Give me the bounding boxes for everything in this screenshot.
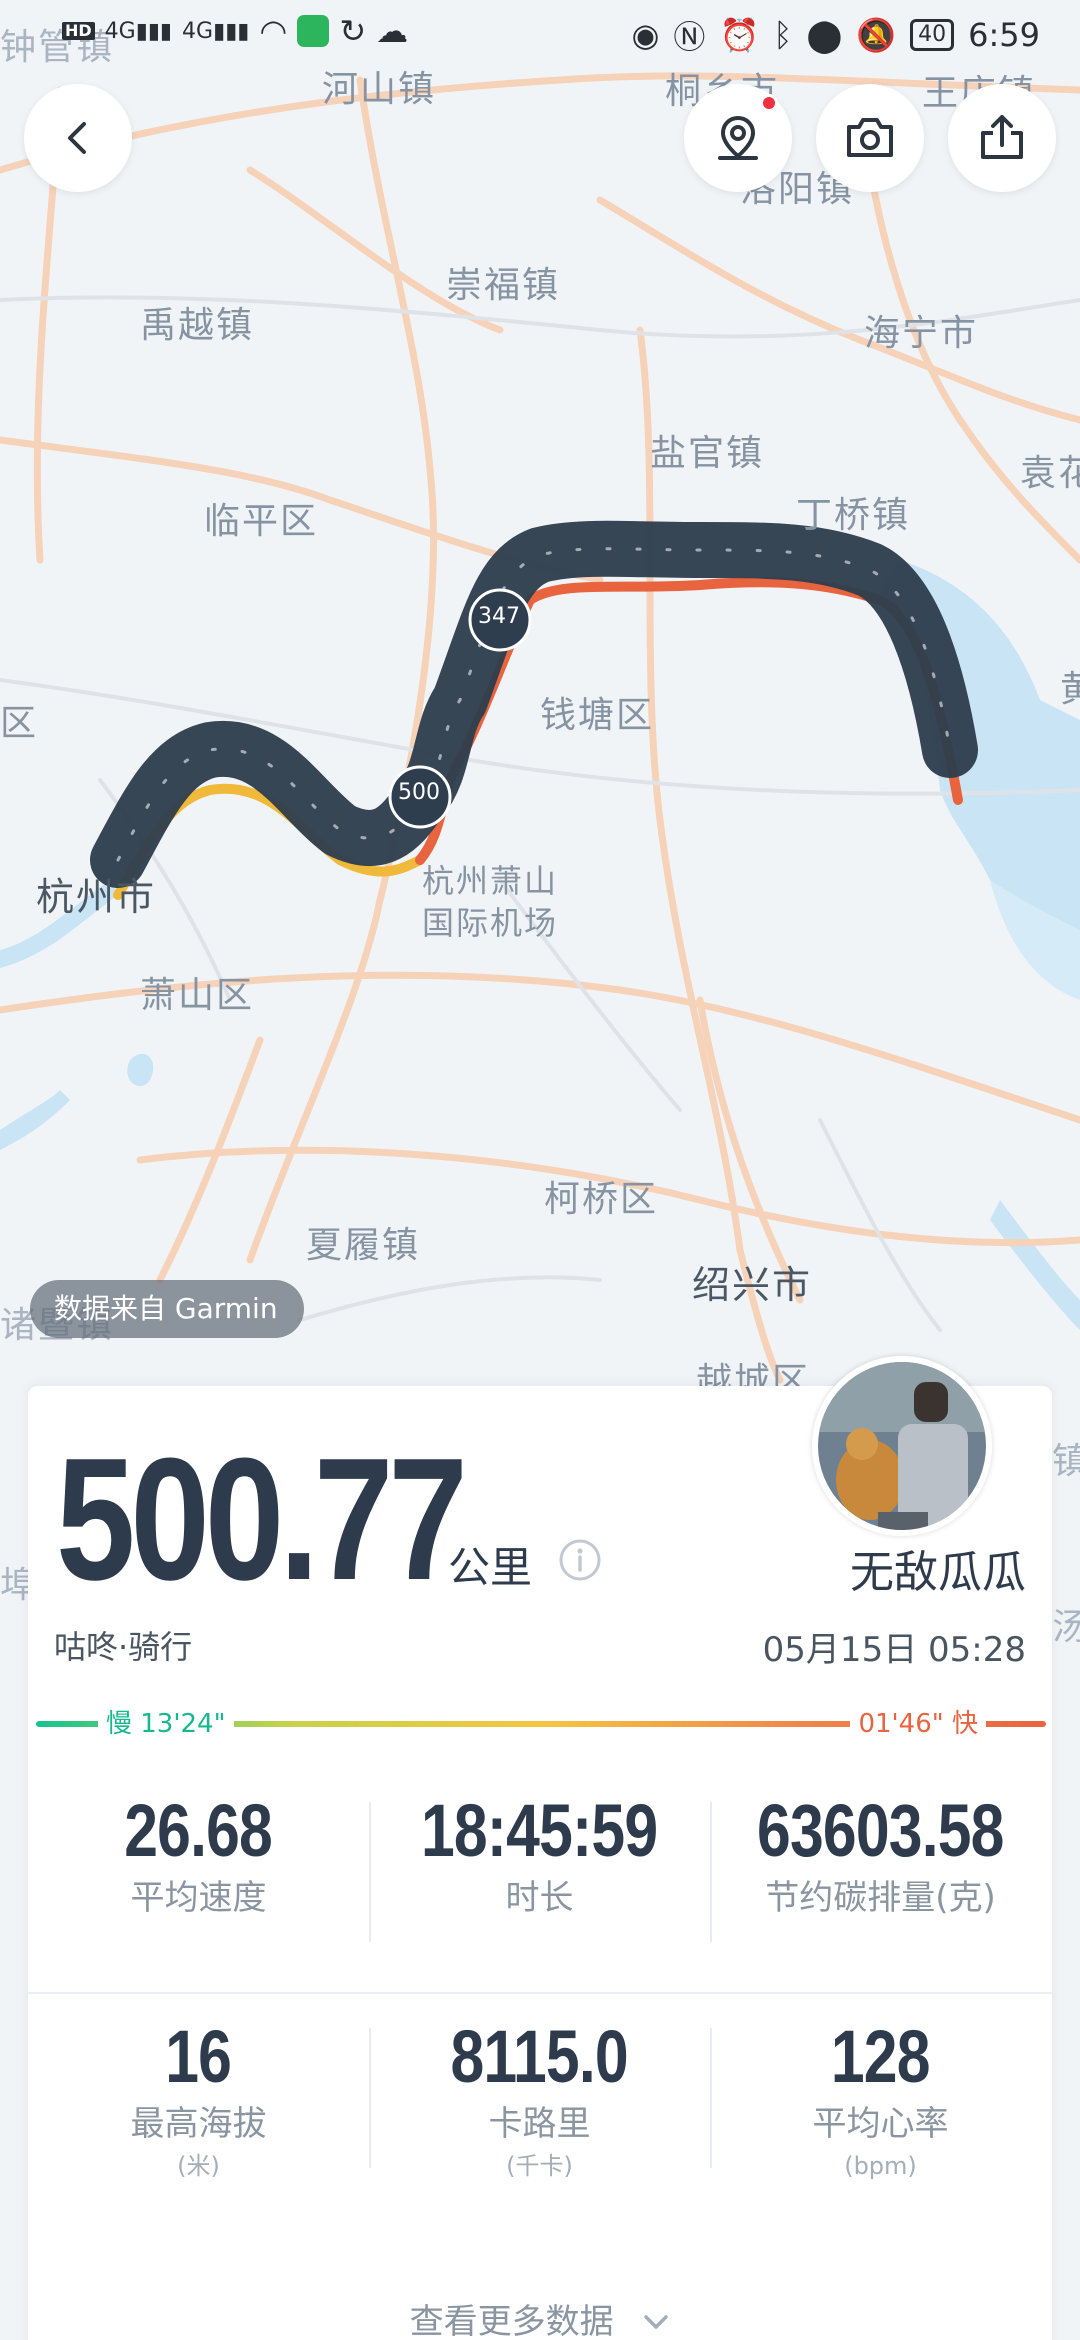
map-label: 镇 (1052, 1441, 1080, 1482)
river-west-2 (0, 1090, 70, 1150)
fastest-pace: 01'46" 快 (850, 1704, 986, 1744)
sync-icon: ↻ (339, 12, 367, 50)
stat-value: 16 (165, 2015, 233, 2098)
lake (127, 1053, 154, 1087)
avatar[interactable] (812, 1356, 992, 1536)
stat-carbon-saved: 63603.58 节约碳排量(克) (710, 1786, 1051, 1942)
map-label: 柯桥区 (544, 1179, 659, 1220)
app-notification-icon (297, 15, 330, 47)
map-label: 临平区 (204, 501, 319, 542)
camera-icon (847, 118, 893, 157)
map-label: 黄 (1060, 660, 1080, 712)
stat-value: 8115.0 (450, 2015, 629, 2098)
slowest-pace: 慢 13'24" (98, 1704, 234, 1744)
location-button[interactable] (684, 84, 792, 192)
avatar-image (818, 1362, 986, 1530)
distance-unit: 公里 (448, 1543, 533, 1592)
stats-row-primary: 26.68 平均速度 18:45:59 时长 63603.58 节约碳排量(克) (28, 1786, 1052, 1942)
distance-value: 500.77 (56, 1421, 468, 1616)
stat-value: 128 (831, 2015, 931, 2098)
location-pin-icon (718, 115, 758, 160)
signal-icon: 4G▮▮▮ (104, 18, 173, 44)
stat-label: 最高海拔 (130, 2104, 267, 2144)
location-icon: ⬤ (806, 16, 843, 54)
map-label: 夏履镇 (306, 1225, 421, 1266)
back-button[interactable] (24, 84, 132, 192)
alarm-icon: ⏰ (719, 16, 760, 54)
map-label: 禹越镇 (140, 305, 255, 346)
nfc-icon: Ⓝ (673, 18, 706, 56)
stat-max-altitude: 16 最高海拔 (米) (28, 2012, 369, 2186)
stats-row-secondary: 16 最高海拔 (米) 8115.0 卡路里 (千卡) 128 平均心率 (bp… (28, 2012, 1052, 2186)
stat-label: 平均速度 (130, 1878, 267, 1918)
map-label: 盐官镇 (650, 433, 765, 474)
view-more-label: 查看更多数据 (409, 2302, 614, 2340)
cloud-icon: ☁ (376, 12, 409, 50)
workout-summary-card: 500.77 公里 无敌瓜瓜 咕咚·骑行 05月15日 05:28 慢 13'2… (28, 1356, 1052, 2340)
stat-average-heart-rate: 128 平均心率 (bpm) (710, 2012, 1051, 2186)
wifi-icon: ◠ (259, 12, 288, 50)
stat-label: 时长 (505, 1878, 574, 1918)
route-marker-label: 500 (398, 780, 440, 805)
divider (28, 1992, 1052, 1994)
info-icon[interactable] (558, 1538, 602, 1582)
stat-unit: (bpm) (844, 2152, 917, 2180)
stat-calories: 8115.0 卡路里 (千卡) (369, 2012, 710, 2186)
stat-unit: (米) (177, 2152, 220, 2180)
stat-label: 卡路里 (488, 2104, 591, 2144)
map-label: 袁花 (1020, 453, 1080, 494)
chevron-down-icon (642, 2302, 670, 2340)
mute-icon: 🔕 (856, 16, 897, 54)
stat-value: 18:45:59 (421, 1789, 658, 1872)
stat-label: 节约碳排量(克) (765, 1878, 996, 1918)
map-label: 海宁市 (864, 313, 979, 354)
map-label: 汤 (1052, 1607, 1080, 1648)
eye-icon: ◉ (631, 16, 660, 54)
map-label: 国际机场 (422, 904, 559, 942)
stat-label: 平均心率 (812, 2104, 949, 2144)
map-label: 钱塘区 (540, 695, 655, 736)
stat-duration: 18:45:59 时长 (369, 1786, 710, 1942)
data-source-badge: 数据来自 Garmin (30, 1280, 304, 1338)
pace-gradient-bar: 慢 13'24" 01'46" 快 (36, 1704, 1046, 1744)
view-more-data-button[interactable]: 查看更多数据 (28, 2294, 1052, 2340)
map-label: 萧山区 (140, 975, 255, 1016)
stat-average-speed: 26.68 平均速度 (28, 1786, 369, 1920)
activity-type: 咕咚·骑行 (54, 1628, 193, 1666)
back-icon (68, 122, 86, 154)
share-button[interactable] (948, 84, 1056, 192)
battery-indicator: 40 (910, 19, 955, 51)
hd-badge: HD (62, 22, 95, 40)
share-icon (981, 115, 1023, 159)
map-label: 绍兴市 (692, 1263, 813, 1307)
clock: 6:59 (968, 16, 1040, 54)
camera-button[interactable] (816, 84, 924, 192)
username[interactable]: 无敌瓜瓜 (850, 1536, 1026, 1600)
activity-datetime: 05月15日 05:28 (762, 1630, 1026, 1670)
stat-unit: (千卡) (506, 2152, 573, 2180)
map-label: 区 (0, 703, 39, 744)
river-east-lower (990, 1200, 1080, 1330)
stat-value: 26.68 (124, 1789, 274, 1872)
status-bar: HD 4G▮▮▮ 4G▮▮▮ ◠ ↻ ☁ ◉ Ⓝ ⏰ ᛒ ⬤ 🔕 40 6:59 (0, 0, 1080, 76)
bluetooth-icon: ᛒ (773, 16, 793, 54)
map-label: 杭州萧山 (422, 862, 559, 900)
route-marker-label: 347 (478, 604, 520, 629)
signal-icon: 4G▮▮▮ (182, 18, 250, 44)
map-label: 杭州市 (36, 875, 157, 919)
map-label: 崇福镇 (446, 265, 561, 306)
map-label: 丁桥镇 (796, 495, 911, 536)
stat-value: 63603.58 (757, 1789, 1004, 1872)
notification-dot (760, 94, 778, 112)
